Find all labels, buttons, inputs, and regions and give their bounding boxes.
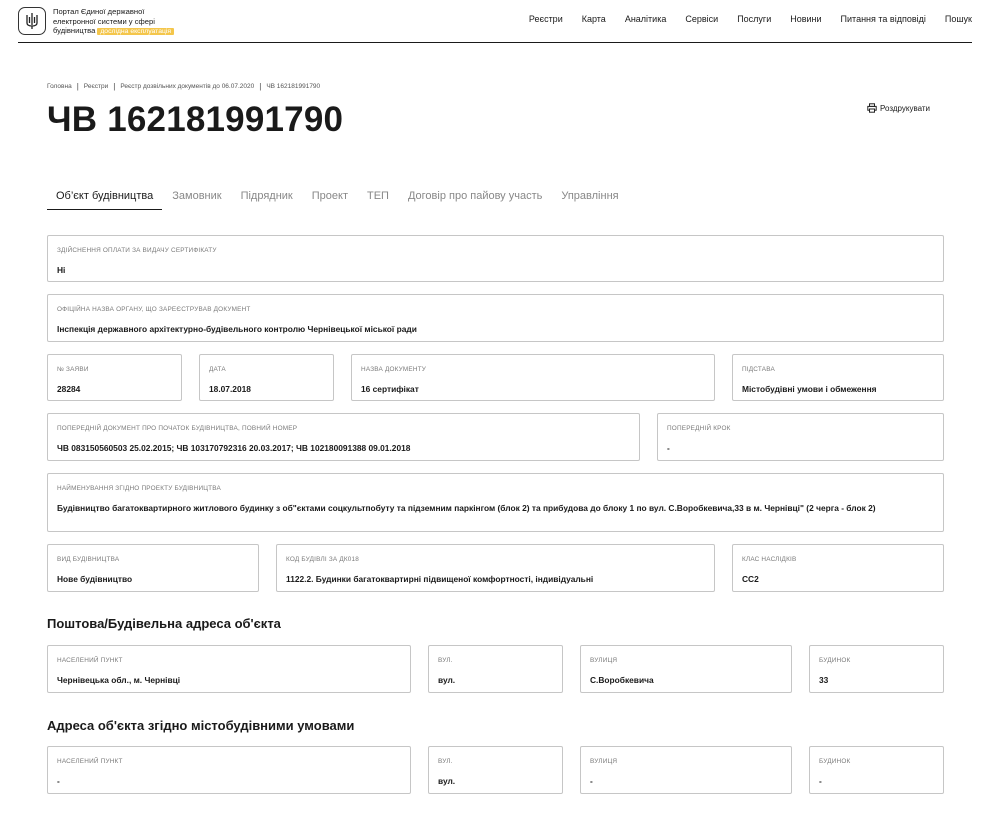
urban-street-type-field: Вул. вул. bbox=[428, 746, 563, 794]
tab-project[interactable]: Проект bbox=[303, 190, 357, 210]
project-name-field: Найменування згідно проекту будівництва … bbox=[47, 473, 944, 532]
nav-search[interactable]: Пошук bbox=[945, 14, 972, 24]
printer-icon bbox=[867, 103, 877, 113]
breadcrumb-separator: | bbox=[113, 82, 116, 91]
postal-locality-field: Населений пункт Чернівецька обл., м. Чер… bbox=[47, 645, 411, 693]
nav-analytics[interactable]: Аналітика bbox=[625, 14, 667, 24]
postal-building-field: Будинок 33 bbox=[809, 645, 944, 693]
previous-step-field: Попередній крок - bbox=[657, 413, 944, 461]
field-value: Нове будівництво bbox=[57, 574, 133, 584]
nav-news[interactable]: Новини bbox=[790, 14, 821, 24]
field-label: Будинок bbox=[819, 657, 851, 664]
field-label: Вул. bbox=[438, 758, 453, 765]
breadcrumb-registry[interactable]: Реєстр дозвільних документів до 06.07.20… bbox=[120, 83, 254, 90]
construction-type-field: Вид будівництва Нове будівництво bbox=[47, 544, 259, 592]
field-label: Населений пункт bbox=[57, 758, 123, 765]
main-nav: Реєстри Карта Аналітика Сервіси Послуги … bbox=[510, 14, 972, 24]
field-value: Будівництво багатоквартирного житлового … bbox=[57, 503, 876, 513]
field-value: 16 сертифікат bbox=[361, 384, 419, 394]
field-value: Чернівецька обл., м. Чернівці bbox=[57, 675, 181, 685]
consequence-class-field: Клас наслідків СС2 bbox=[732, 544, 944, 592]
field-value: 1122.2. Будинки багатоквартирні підвищен… bbox=[286, 574, 594, 584]
tab-tep[interactable]: ТЕП bbox=[358, 190, 398, 210]
breadcrumb-current: ЧВ 162181991790 bbox=[266, 83, 321, 90]
field-label: Назва документу bbox=[361, 366, 427, 373]
tab-contractor[interactable]: Підрядник bbox=[232, 190, 302, 210]
postal-address-heading: Поштова/Будівельна адреса об'єкта bbox=[47, 616, 281, 631]
field-label: № заяви bbox=[57, 366, 89, 373]
field-value: ЧВ 083150560503 25.02.2015; ЧВ 103170792… bbox=[57, 443, 411, 453]
nav-registries[interactable]: Реєстри bbox=[529, 14, 563, 24]
field-label: Вулиця bbox=[590, 657, 618, 664]
trident-icon bbox=[26, 13, 38, 29]
brand-line-3: будівництва bbox=[53, 26, 96, 36]
brand-line-1: Портал Єдиної державної bbox=[53, 7, 145, 16]
building-code-field: Код будівлі за ДК018 1122.2. Будинки баг… bbox=[276, 544, 715, 592]
tab-bar: Об’єкт будівництва Замовник Підрядник Пр… bbox=[47, 190, 629, 210]
postal-street-field: Вулиця С.Воробкевича bbox=[580, 645, 792, 693]
urban-street-field: Вулиця - bbox=[580, 746, 792, 794]
urban-address-heading: Адреса об'єкта згідно містобудівними умо… bbox=[47, 718, 355, 733]
field-label: Попередній крок bbox=[667, 425, 731, 432]
nav-offerings[interactable]: Послуги bbox=[737, 14, 771, 24]
field-label: Населений пункт bbox=[57, 657, 123, 664]
previous-document-field: Попередній документ про початок будівниц… bbox=[47, 413, 640, 461]
top-header: Портал Єдиної державної електронної сист… bbox=[18, 6, 972, 43]
field-value: вул. bbox=[438, 675, 456, 685]
print-label: Роздрукувати bbox=[880, 103, 931, 113]
field-label: Дата bbox=[209, 366, 226, 373]
field-label: Клас наслідків bbox=[742, 556, 797, 563]
payment-field: Здійснення оплати за видачу сертифікату … bbox=[47, 235, 944, 282]
field-label: Здійснення оплати за видачу сертифікату bbox=[57, 247, 217, 254]
nav-faq[interactable]: Питання та відповіді bbox=[841, 14, 926, 24]
print-button[interactable]: Роздрукувати bbox=[867, 103, 930, 113]
document-name-field: Назва документу 16 сертифікат bbox=[351, 354, 715, 401]
field-label: Вул. bbox=[438, 657, 453, 664]
postal-street-type-field: Вул. вул. bbox=[428, 645, 563, 693]
breadcrumb-registries[interactable]: Реєстри bbox=[84, 83, 108, 90]
field-label: Офіційна назва органу, що зареєстрував д… bbox=[57, 306, 251, 313]
page-title: ЧВ 162181991790 bbox=[47, 100, 344, 139]
field-value: 33 bbox=[819, 675, 829, 685]
field-label: Вид будівництва bbox=[57, 556, 120, 563]
trident-logo-icon[interactable] bbox=[18, 7, 46, 35]
tab-share-agreement[interactable]: Договір про пайову участь bbox=[399, 190, 551, 210]
breadcrumb-home[interactable]: Головна bbox=[47, 83, 72, 90]
application-number-field: № заяви 28284 bbox=[47, 354, 182, 401]
portal-brand[interactable]: Портал Єдиної державної електронної сист… bbox=[53, 7, 175, 37]
nav-map[interactable]: Карта bbox=[582, 14, 606, 24]
date-field: Дата 18.07.2018 bbox=[199, 354, 334, 401]
breadcrumb: Головна | Реєстри | Реєстр дозвільних до… bbox=[47, 82, 320, 91]
brand-line-2: електронної системи у сфері bbox=[53, 16, 155, 26]
urban-building-field: Будинок - bbox=[809, 746, 944, 794]
field-value: 28284 bbox=[57, 384, 81, 394]
field-value: СС2 bbox=[742, 574, 759, 584]
field-value: Ні bbox=[57, 265, 66, 275]
field-value: - bbox=[590, 776, 593, 786]
field-label: Код будівлі за ДК018 bbox=[286, 556, 360, 563]
breadcrumb-separator: | bbox=[259, 82, 262, 91]
breadcrumb-separator: | bbox=[76, 82, 79, 91]
beta-badge: дослідна експлуатація bbox=[97, 28, 175, 36]
tab-management[interactable]: Управління bbox=[552, 190, 627, 210]
field-value: Містобудівні умови і обмеження bbox=[742, 384, 877, 394]
field-label: Попередній документ про початок будівниц… bbox=[57, 425, 298, 432]
field-value: 18.07.2018 bbox=[209, 384, 251, 394]
field-label: Підстава bbox=[742, 366, 775, 373]
tab-customer[interactable]: Замовник bbox=[163, 190, 230, 210]
field-label: Будинок bbox=[819, 758, 851, 765]
field-value: вул. bbox=[438, 776, 456, 786]
nav-services[interactable]: Сервіси bbox=[685, 14, 718, 24]
field-label: Вулиця bbox=[590, 758, 618, 765]
authority-field: Офіційна назва органу, що зареєстрував д… bbox=[47, 294, 944, 342]
urban-locality-field: Населений пункт - bbox=[47, 746, 411, 794]
field-value: - bbox=[819, 776, 822, 786]
field-value: С.Воробкевича bbox=[590, 675, 654, 685]
field-label: Найменування згідно проекту будівництва bbox=[57, 485, 221, 492]
basis-field: Підстава Містобудівні умови і обмеження bbox=[732, 354, 944, 401]
tab-object[interactable]: Об’єкт будівництва bbox=[47, 190, 163, 210]
field-value: Інспекція державного архітектурно-будіве… bbox=[57, 324, 417, 334]
field-value: - bbox=[667, 443, 670, 453]
field-value: - bbox=[57, 776, 60, 786]
